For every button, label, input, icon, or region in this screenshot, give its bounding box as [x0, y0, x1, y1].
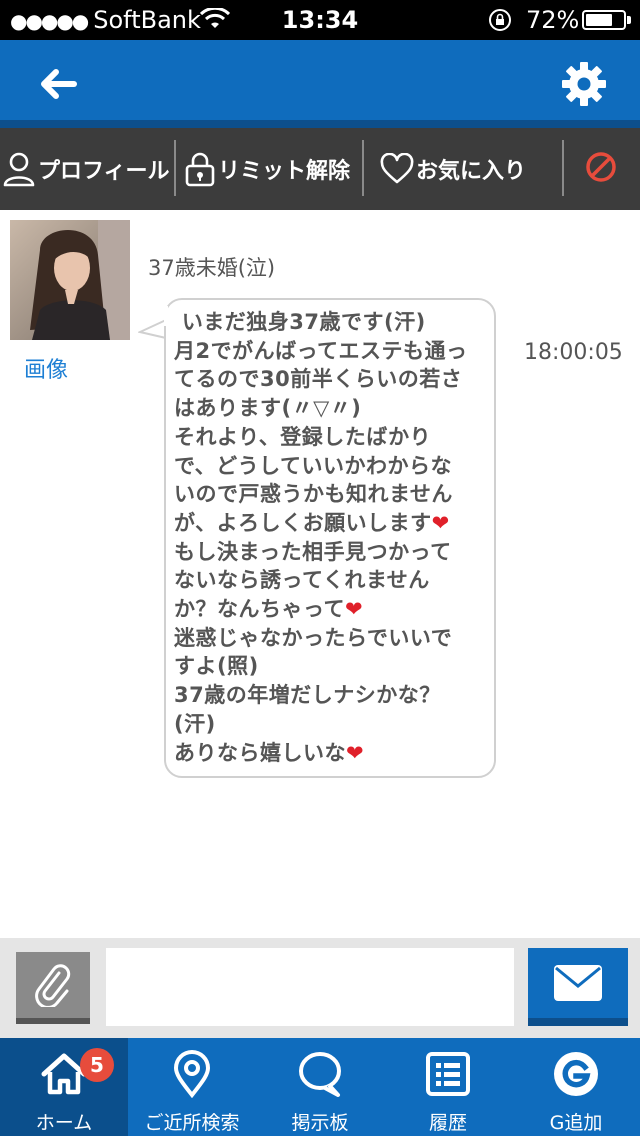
- notification-badge: 5: [80, 1048, 114, 1082]
- tab-nearby-label: ご近所検索: [144, 1112, 240, 1134]
- message-input[interactable]: [106, 948, 514, 1026]
- message-line: が、よろしくお願いします❤: [174, 510, 450, 535]
- sender-name[interactable]: 37歳未婚(泣): [148, 252, 275, 282]
- heart-emoji-icon: ❤: [431, 510, 450, 535]
- status-bar: ●●●●● SoftBank 13:34 72%: [0, 0, 640, 40]
- compose-bar: [0, 938, 640, 1038]
- location-pin-icon: [173, 1050, 211, 1098]
- limit-release-label: リミット解除: [218, 159, 351, 184]
- send-button[interactable]: [528, 948, 628, 1026]
- message-line: 月2でがんばってエステも通っ: [174, 338, 468, 363]
- message-line: すよ(照): [174, 654, 259, 679]
- lock-icon: [185, 152, 215, 187]
- message-text: いまだ独身37歳です(汗) 月2でがんばってエステも通っ てるので30前半くらいの若…: [174, 308, 492, 767]
- back-arrow-icon[interactable]: [34, 60, 82, 108]
- message-line: ないなら誘ってくれません: [174, 568, 430, 593]
- action-bar: プロフィール リミット解除 お気に入り: [0, 128, 640, 210]
- g-circle-icon: [554, 1052, 598, 1096]
- tab-history-label: 履歴: [428, 1112, 467, 1134]
- block-user-icon[interactable]: [584, 150, 618, 184]
- message-line: 迷惑じゃなかったらでいいで: [174, 625, 453, 650]
- message-line: で、どうしていいかわからな: [174, 453, 453, 478]
- avatar[interactable]: [10, 220, 130, 340]
- gear-icon[interactable]: [560, 60, 608, 108]
- message-line: それより、登録したばかり: [174, 424, 432, 449]
- profile-label: プロフィール: [38, 159, 170, 184]
- message-line: ありなら嬉しいな❤: [174, 740, 365, 765]
- paperclip-icon: [35, 964, 71, 1007]
- message-line: (汗): [174, 711, 216, 736]
- message-line: もし決まった相手見つかって: [174, 539, 452, 564]
- favorite-label: お気に入り: [416, 159, 527, 184]
- tab-home-label: ホーム: [35, 1112, 93, 1134]
- limit-release-button[interactable]: リミット解除: [184, 128, 350, 210]
- header-bar: [0, 40, 640, 128]
- rotation-lock-icon: [489, 9, 511, 31]
- speech-bubble-icon: [299, 1052, 341, 1097]
- image-link[interactable]: 画像: [24, 352, 68, 384]
- attach-button[interactable]: [16, 952, 90, 1024]
- prohibit-icon[interactable]: [584, 278, 618, 312]
- heart-emoji-icon: ❤: [346, 740, 365, 765]
- message-line: てるので30前半くらいの若さ: [174, 367, 463, 392]
- person-icon: [3, 152, 35, 187]
- heart-outline-icon: [380, 153, 414, 184]
- envelope-icon: [554, 965, 602, 1001]
- tab-g-add-label: G追加: [549, 1112, 603, 1134]
- tab-history[interactable]: 履歴: [384, 1038, 512, 1136]
- message-line: いので戸惑うかも知れません: [174, 482, 453, 507]
- tab-g-add[interactable]: G追加: [512, 1038, 640, 1136]
- favorite-button[interactable]: お気に入り: [380, 128, 526, 210]
- list-icon: [426, 1052, 470, 1096]
- message-line: か？なんちゃって❤: [174, 597, 364, 622]
- profile-button[interactable]: プロフィール: [2, 128, 170, 210]
- message-line: はあります(〃▽〃): [174, 396, 362, 421]
- battery-percent: 72%: [526, 6, 580, 34]
- tab-home[interactable]: 5 ホーム: [0, 1038, 128, 1136]
- message-line: いまだ独身37歳です(汗): [174, 310, 426, 334]
- tab-bar: 5 ホーム ご近所検索 掲示板 履歴 G追加: [0, 1038, 640, 1136]
- battery-icon: [582, 10, 626, 30]
- tab-board-label: 掲示板: [291, 1112, 349, 1134]
- message-time: 18:00:05: [524, 340, 623, 365]
- message-line: 37歳の年増だしナシかな？: [174, 683, 441, 708]
- heart-emoji-icon: ❤: [344, 597, 364, 622]
- avatar-photo: [10, 220, 130, 340]
- tab-board[interactable]: 掲示板: [256, 1038, 384, 1136]
- tab-nearby-search[interactable]: ご近所検索: [128, 1038, 256, 1136]
